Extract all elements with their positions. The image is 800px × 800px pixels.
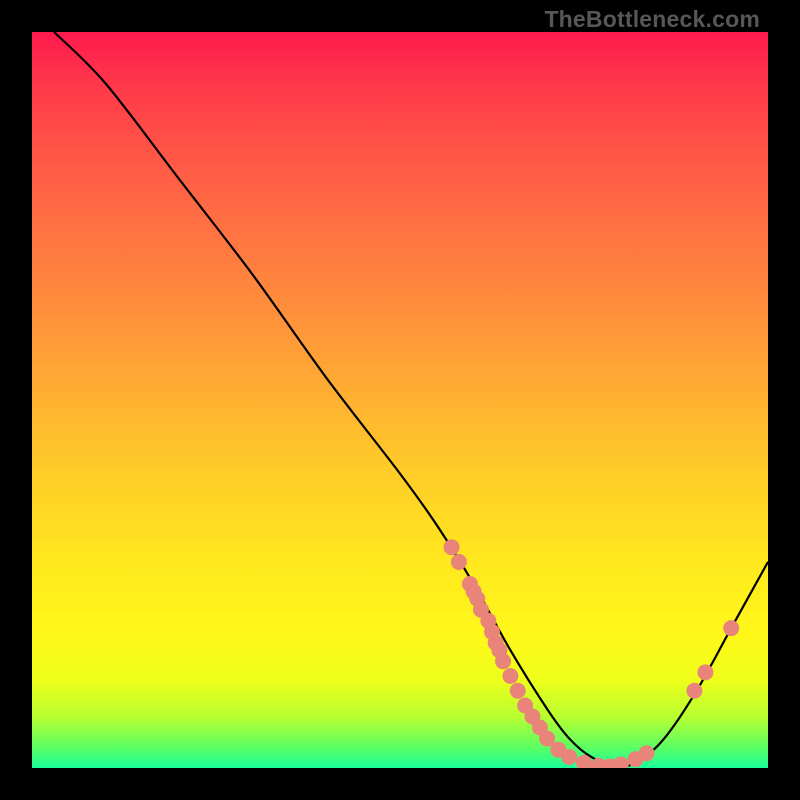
sample-points [444, 539, 740, 768]
chart-frame: TheBottleneck.com [0, 0, 800, 800]
sample-point [451, 554, 467, 570]
sample-point [686, 683, 702, 699]
sample-point [444, 539, 460, 555]
sample-point [495, 653, 511, 669]
sample-point [613, 756, 629, 768]
watermark-text: TheBottleneck.com [544, 6, 760, 33]
bottleneck-curve [54, 32, 768, 768]
sample-point [510, 683, 526, 699]
sample-point [561, 749, 577, 765]
sample-point [639, 745, 655, 761]
bottleneck-curve-path [54, 32, 768, 768]
sample-point [502, 668, 518, 684]
plot-area [32, 32, 768, 768]
sample-point [697, 664, 713, 680]
curve-layer [32, 32, 768, 768]
sample-point [723, 620, 739, 636]
